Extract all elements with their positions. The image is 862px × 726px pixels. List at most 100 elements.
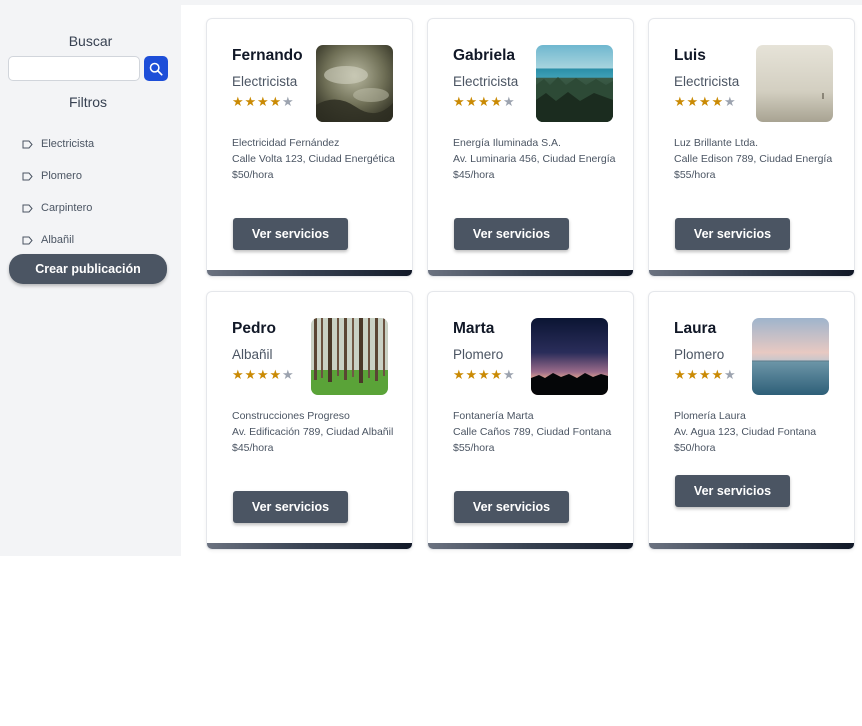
provider-role: Electricista	[453, 74, 519, 89]
provider-card: Laura Plomero ★ ★ ★ ★ ★ Plomería Laura A…	[648, 291, 855, 550]
provider-name: Laura	[674, 320, 717, 337]
filter-item-albanil[interactable]: Albañil	[22, 224, 94, 256]
rating-stars: ★ ★ ★ ★ ★	[674, 95, 737, 108]
provider-role: Electricista	[232, 74, 298, 89]
view-services-button[interactable]: Ver servicios	[454, 491, 569, 523]
card-bottom-bar	[207, 270, 412, 276]
star-icon: ★	[282, 94, 294, 109]
filter-label: Plomero	[41, 170, 82, 182]
star-icon: ★	[686, 367, 699, 382]
provider-role: Electricista	[674, 74, 740, 89]
rating-stars: ★ ★ ★ ★ ★	[674, 368, 737, 381]
provider-info: Luz Brillante Ltda. Calle Edison 789, Ci…	[674, 135, 839, 183]
card-bottom-bar	[428, 543, 633, 549]
star-icon: ★	[490, 367, 503, 382]
view-services-button[interactable]: Ver servicios	[675, 218, 790, 250]
price: $50/hora	[232, 169, 274, 181]
star-icon: ★	[232, 94, 244, 109]
sidebar: Buscar Filtros Electricista Plomero Carp…	[0, 0, 181, 556]
provider-card: Marta Plomero ★ ★ ★ ★ ★ Fontanería Marta…	[427, 291, 634, 550]
provider-card: Pedro Albañil ★ ★ ★ ★ ★ Construcciones Pr	[206, 291, 413, 550]
provider-card: Gabriela Electricista ★ ★ ★ ★ ★ Energía …	[427, 18, 634, 277]
filter-label: Albañil	[41, 234, 75, 246]
star-icon: ★	[711, 94, 724, 109]
tag-icon	[22, 236, 33, 244]
card-bottom-bar	[649, 543, 854, 549]
calm-sea-photo	[752, 318, 829, 395]
provider-info: Plomería Laura Av. Agua 123, Ciudad Font…	[674, 408, 839, 456]
search-input[interactable]	[8, 56, 140, 81]
star-icon: ★	[257, 94, 269, 109]
star-icon: ★	[244, 367, 257, 382]
rating-stars: ★ ★ ★ ★ ★	[453, 95, 516, 108]
address: Av. Agua 123, Ciudad Fontana	[674, 426, 817, 438]
foggy-field-photo	[756, 45, 833, 122]
create-publication-button[interactable]: Crear publicación	[9, 254, 167, 284]
star-icon: ★	[478, 367, 490, 382]
company-name: Construcciones Progreso	[232, 410, 350, 422]
search-title: Buscar	[68, 33, 113, 49]
search-icon	[149, 62, 163, 76]
provider-info: Energía Iluminada S.A. Av. Luminaria 456…	[453, 135, 618, 183]
provider-name: Marta	[453, 320, 495, 337]
tag-icon	[22, 172, 33, 180]
price: $55/hora	[674, 169, 716, 181]
view-services-button[interactable]: Ver servicios	[454, 218, 569, 250]
star-icon: ★	[478, 94, 490, 109]
star-icon: ★	[465, 94, 478, 109]
tag-icon	[22, 204, 33, 212]
address: Calle Volta 123, Ciudad Energética	[232, 153, 395, 165]
address: Av. Edificación 789, Ciudad Albañil	[232, 426, 394, 438]
view-services-button[interactable]: Ver servicios	[675, 475, 790, 507]
star-icon: ★	[244, 94, 257, 109]
provider-role: Plomero	[453, 347, 504, 362]
company-name: Luz Brillante Ltda.	[674, 137, 759, 149]
provider-card: Luis Electricista ★ ★ ★ ★ ★ Luz Brillante Lt…	[648, 18, 855, 277]
view-services-button[interactable]: Ver servicios	[233, 491, 348, 523]
filter-label: Electricista	[41, 138, 95, 150]
provider-info: Construcciones Progreso Av. Edificación …	[232, 408, 397, 456]
filter-item-plomero[interactable]: Plomero	[22, 160, 94, 192]
star-icon: ★	[724, 94, 736, 109]
top-strip	[181, 0, 862, 5]
address: Calle Edison 789, Ciudad Energía	[674, 153, 833, 165]
star-icon: ★	[232, 367, 244, 382]
star-icon: ★	[490, 94, 503, 109]
search-button[interactable]	[144, 56, 168, 81]
price: $50/hora	[674, 442, 716, 454]
rating-stars: ★ ★ ★ ★ ★	[453, 368, 516, 381]
card-bottom-bar	[649, 270, 854, 276]
provider-name: Pedro	[232, 320, 276, 337]
star-icon: ★	[724, 367, 736, 382]
card-bottom-bar	[428, 270, 633, 276]
filter-item-carpintero[interactable]: Carpintero	[22, 192, 94, 224]
price: $55/hora	[453, 442, 495, 454]
filter-item-electricista[interactable]: Electricista	[22, 128, 94, 160]
star-icon: ★	[711, 367, 724, 382]
star-icon: ★	[699, 367, 711, 382]
price: $45/hora	[453, 169, 495, 181]
search-row	[8, 56, 169, 81]
card-bottom-bar	[207, 543, 412, 549]
provider-name: Fernando	[232, 47, 303, 64]
filter-label: Carpintero	[41, 202, 93, 214]
star-icon: ★	[503, 367, 515, 382]
provider-name: Gabriela	[453, 47, 516, 64]
price: $45/hora	[232, 442, 274, 454]
star-icon: ★	[686, 94, 699, 109]
pine-forest-photo	[311, 318, 388, 395]
filter-list: Electricista Plomero Carpintero Albañil	[22, 128, 94, 256]
star-icon: ★	[453, 367, 465, 382]
rating-stars: ★ ★ ★ ★ ★	[232, 95, 295, 108]
company-name: Electricidad Fernández	[232, 137, 340, 149]
filters-title: Filtros	[68, 94, 108, 110]
view-services-button[interactable]: Ver servicios	[233, 218, 348, 250]
star-icon: ★	[699, 94, 711, 109]
page: Buscar Filtros Electricista Plomero Carp…	[0, 0, 862, 726]
rating-stars: ★ ★ ★ ★ ★	[232, 368, 295, 381]
lake-shore-photo	[536, 45, 613, 122]
star-icon: ★	[674, 94, 686, 109]
star-icon: ★	[269, 94, 282, 109]
misty-forest-photo	[316, 45, 393, 122]
star-icon: ★	[282, 367, 294, 382]
